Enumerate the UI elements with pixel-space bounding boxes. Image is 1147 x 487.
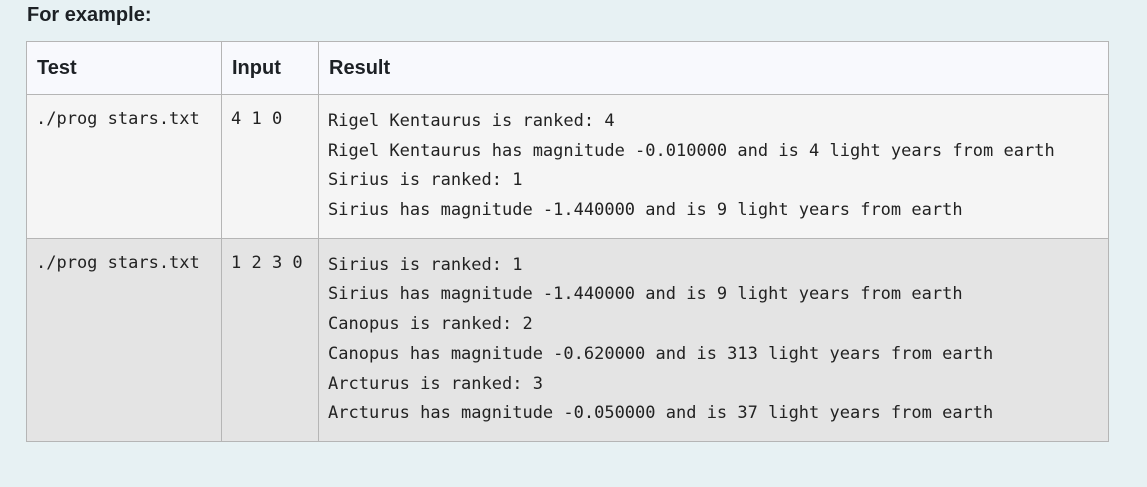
result-line: Rigel Kentaurus has magnitude -0.010000 …	[328, 140, 1055, 161]
input-value: 4 1 0	[231, 109, 283, 129]
result-line: Canopus has magnitude -0.620000 and is 3…	[328, 343, 994, 364]
test-command: ./prog stars.txt	[36, 109, 200, 129]
result-line: Rigel Kentaurus is ranked: 4	[328, 111, 615, 131]
input-cell: 4 1 0	[221, 94, 319, 239]
table-row: ./prog stars.txt 1 2 3 0 Sirius is ranke…	[26, 237, 1109, 442]
section-heading: For example:	[27, 4, 152, 26]
header-test: Test	[26, 41, 222, 95]
header-result: Result	[318, 41, 1109, 95]
input-cell: 1 2 3 0	[221, 237, 319, 442]
result-cell: Sirius is ranked: 1 Sirius has magnitude…	[318, 237, 1109, 442]
table-row: ./prog stars.txt 4 1 0 Rigel Kentaurus i…	[26, 94, 1109, 239]
result-line: Sirius has magnitude -1.440000 and is 9 …	[328, 200, 963, 221]
examples-table: Test Input Result ./prog stars.txt 4 1 0…	[26, 41, 1109, 442]
test-cell: ./prog stars.txt	[26, 237, 222, 442]
result-line: Arcturus has magnitude -0.050000 and is …	[328, 403, 994, 424]
result-line: Sirius has magnitude -1.440000 and is 9 …	[328, 284, 963, 305]
table-header-row: Test Input Result	[26, 41, 1109, 95]
input-value: 1 2 3 0	[231, 252, 303, 273]
result-line: Canopus is ranked: 2	[328, 314, 533, 335]
result-cell: Rigel Kentaurus is ranked: 4 Rigel Kenta…	[318, 94, 1109, 239]
test-command: ./prog stars.txt	[36, 252, 200, 273]
result-line: Sirius is ranked: 1	[328, 254, 523, 275]
result-line: Arcturus is ranked: 3	[328, 373, 543, 394]
test-cell: ./prog stars.txt	[26, 94, 222, 239]
header-input: Input	[221, 41, 319, 95]
result-line: Sirius is ranked: 1	[328, 170, 523, 191]
